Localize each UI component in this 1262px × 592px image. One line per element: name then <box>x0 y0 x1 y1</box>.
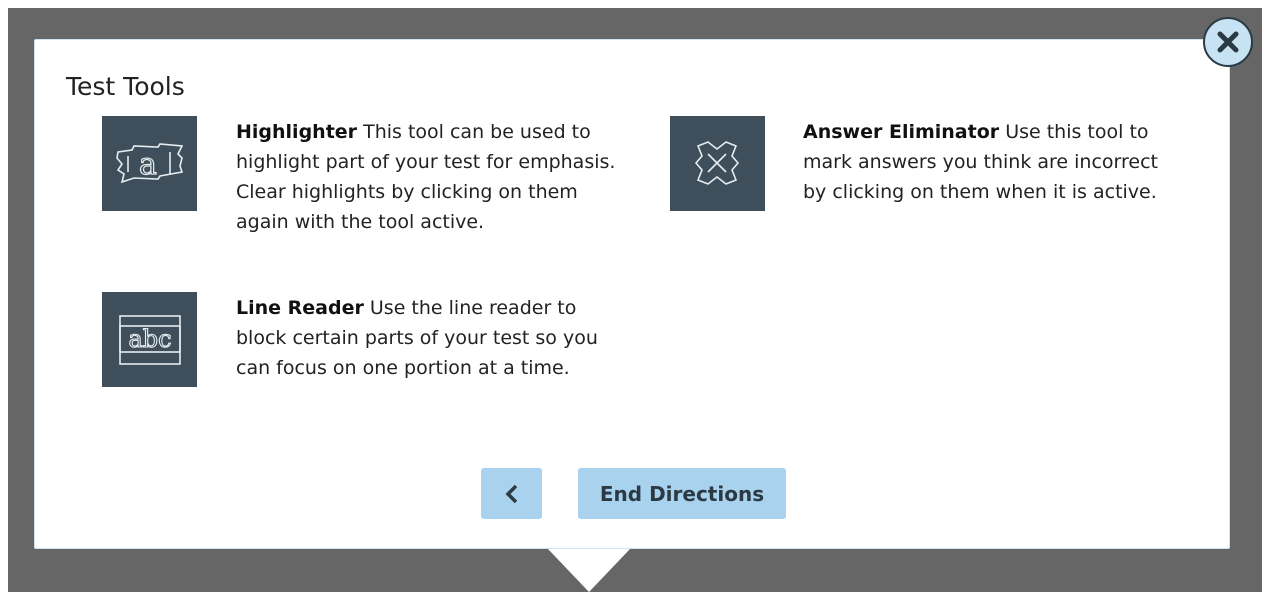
line-reader-name: Line Reader <box>236 297 364 319</box>
test-tools-dialog: Test Tools a Highlighter This tool can b… <box>34 39 1230 549</box>
dialog-pointer <box>548 549 630 592</box>
close-icon <box>1217 31 1239 53</box>
end-directions-button[interactable]: End Directions <box>578 468 786 519</box>
highlighter-description: Highlighter This tool can be used to hig… <box>236 117 616 237</box>
chevron-left-icon <box>505 484 517 503</box>
back-button[interactable] <box>481 468 542 519</box>
answer-eliminator-icon <box>670 116 765 211</box>
dialog-title: Test Tools <box>66 72 185 101</box>
line-reader-description: Line Reader Use the line reader to block… <box>236 293 616 383</box>
highlighter-icon: a <box>102 116 197 211</box>
line-reader-icon: abc <box>102 292 197 387</box>
close-button[interactable] <box>1203 17 1253 67</box>
svg-text:abc: abc <box>128 325 171 353</box>
answer-eliminator-name: Answer Eliminator <box>803 121 1000 143</box>
highlighter-name: Highlighter <box>236 121 358 143</box>
answer-eliminator-description: Answer Eliminator Use this tool to mark … <box>803 117 1183 207</box>
svg-text:a: a <box>139 147 157 182</box>
